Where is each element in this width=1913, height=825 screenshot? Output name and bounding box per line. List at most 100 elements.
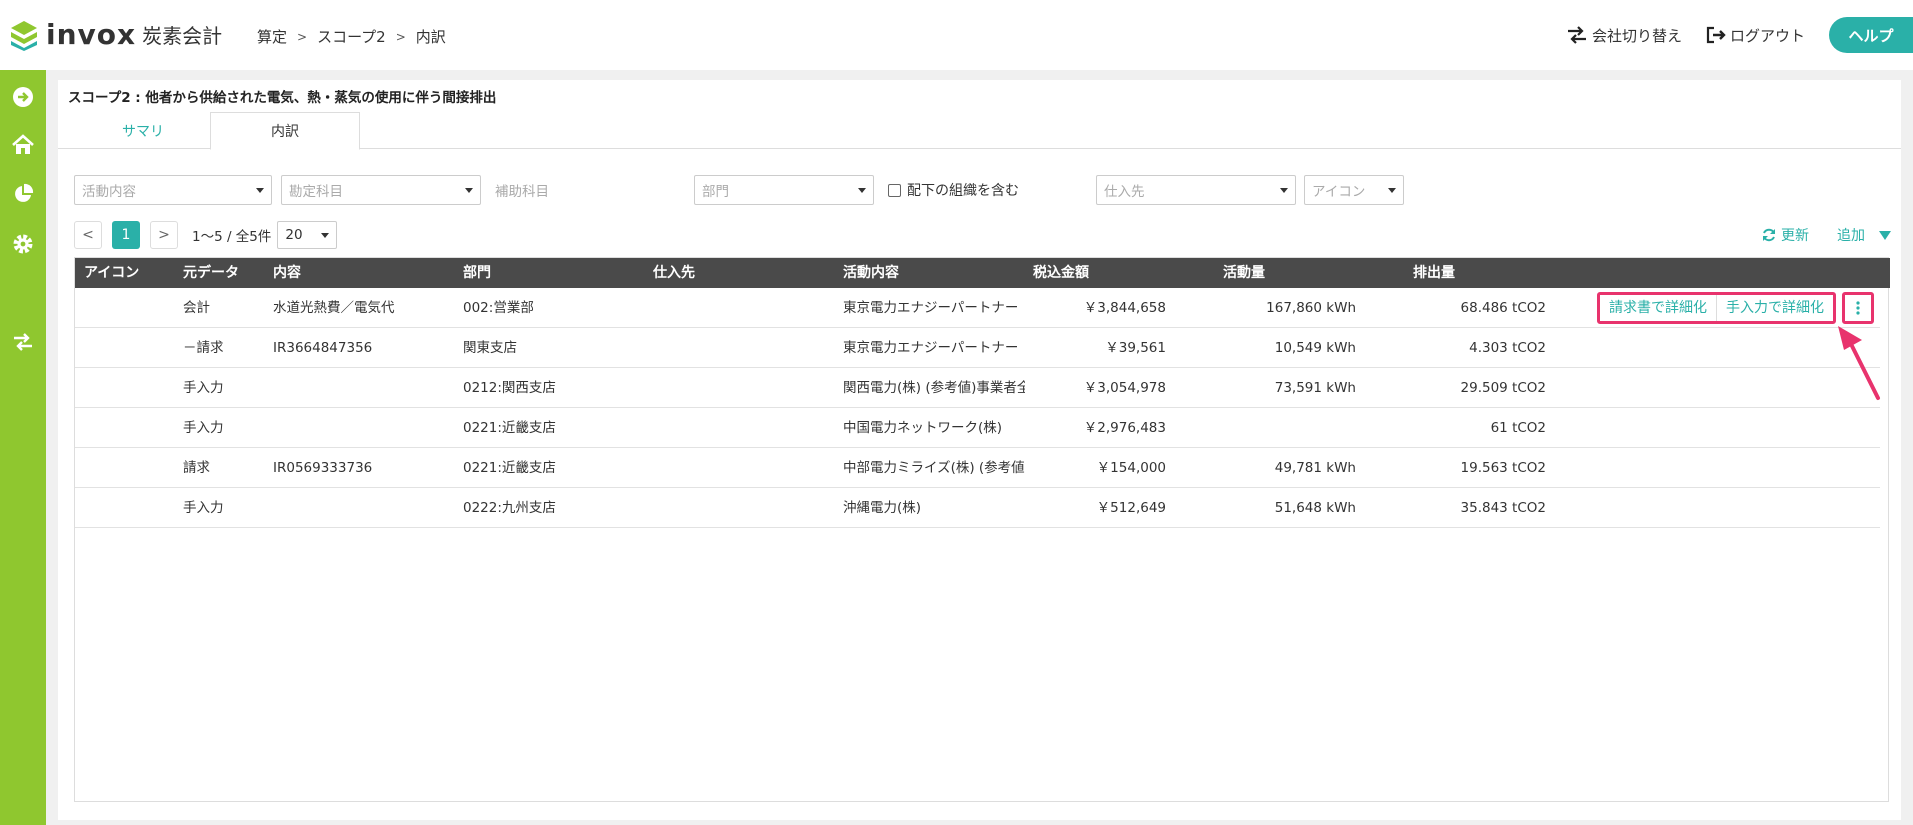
refresh-icon [1763,228,1775,242]
col-content[interactable]: 内容 [273,258,301,288]
cell-activity: 東京電力エナジーパートナー [843,300,1019,316]
col-emission[interactable]: 排出量 [1413,258,1455,288]
caret-down-icon [321,233,330,238]
col-department[interactable]: 部門 [463,258,491,288]
table-row[interactable]: 請求 IR0569333736 0221:近畿支店 中部電力ミライズ(株) (参… [75,448,1880,488]
cell-content: IR3664847356 [273,340,373,356]
app-logo[interactable]: invox 炭素会計 [10,18,222,51]
refresh-button[interactable]: 更新 [1761,225,1809,245]
caret-down-icon [858,188,866,193]
table-row[interactable]: －請求 IR3664847356 関東支店 東京電力エナジーパートナー ￥39,… [75,328,1880,368]
tab-breakdown[interactable]: 内訳 [210,112,360,150]
refresh-label: 更新 [1781,228,1809,244]
cell-amount: ￥2,976,483 [1083,420,1166,436]
supplier-select-placeholder: 仕入先 [1104,184,1145,200]
table-header: アイコン 元データ 内容 部門 仕入先 活動内容 税込金額 活動量 排出量 [75,258,1890,288]
cell-department: 0222:九州支店 [463,500,556,516]
app-header: invox 炭素会計 算定 > スコープ2 > 内訳 会社切り替え ログアウト … [0,0,1913,70]
logo-subtitle: 炭素会計 [142,24,223,48]
cell-emission: 4.303 tCO2 [1469,340,1546,356]
caret-down-icon [465,188,473,193]
cell-content [273,408,458,448]
cell-content [273,488,458,528]
switch-company-button[interactable]: 会社切り替え [1566,25,1682,46]
sidebar [0,70,46,825]
col-quantity[interactable]: 活動量 [1223,258,1265,288]
cell-activity: 東京電力エナジーパートナー [843,340,1019,356]
cell-department: 0221:近畿支店 [463,460,556,476]
switch-arrows-icon [1567,26,1586,44]
annotation-arrow-icon [1838,326,1880,400]
checkbox-box[interactable] [888,183,901,197]
cell-department: 002:営業部 [463,300,534,316]
chevron-right-icon: > [395,29,406,44]
cell-activity: 中国電力ネットワーク(株) [843,420,1003,436]
logout-button[interactable]: ログアウト [1706,25,1805,46]
breadcrumb-item-calc[interactable]: 算定 [257,26,287,47]
logout-icon [1706,26,1726,44]
col-icon[interactable]: アイコン [84,258,139,288]
supplier-select[interactable]: 仕入先 [1096,175,1296,205]
pie-chart-icon[interactable] [11,182,35,206]
cell-department: 関東支店 [463,340,517,356]
detail-by-manual-button[interactable]: 手入力で詳細化 [1716,295,1833,321]
col-source[interactable]: 元データ [183,258,239,288]
switch-arrows-icon[interactable] [11,330,35,354]
switch-company-label: 会社切り替え [1591,26,1682,45]
cell-source: 手入力 [183,500,224,516]
cell-activity: 中部電力ミライズ(株) (参考値 [843,460,1025,476]
kebab-menu-icon [1856,301,1860,315]
page-size-select[interactable]: 20 [277,221,338,249]
help-button[interactable]: ヘルプ [1829,17,1913,53]
current-page[interactable]: 1 [112,221,140,249]
icon-select-placeholder: アイコン [1312,184,1366,200]
page-size-value: 20 [285,227,303,243]
pagination: < 1 > 1〜5 / 全5件 20 [74,221,338,249]
breadcrumb-item-breakdown: 内訳 [415,28,446,46]
col-activity[interactable]: 活動内容 [843,258,899,288]
add-button[interactable]: 追加 [1837,225,1891,245]
cell-quantity: 10,549 kWh [1274,340,1356,356]
table-row[interactable]: 手入力 0222:九州支店 沖縄電力(株) ￥512,649 51,648 kW… [75,488,1880,528]
cell-quantity [1223,408,1356,448]
caret-down-icon [256,188,264,193]
cell-amount: ￥39,561 [1105,340,1166,356]
tab-summary[interactable]: サマリ [93,112,193,150]
table-row[interactable]: 会計 水道光熱費／電気代 002:営業部 東京電力エナジーパートナー ￥3,84… [75,288,1880,328]
activity-select[interactable]: 活動内容 [74,175,272,205]
pagination-info: 1〜5 / 全5件 [192,229,272,245]
breakdown-table: アイコン 元データ 内容 部門 仕入先 活動内容 税込金額 活動量 排出量 会計… [74,257,1890,802]
more-menu-button[interactable] [1842,292,1874,324]
table-row[interactable]: 手入力 0221:近畿支店 中国電力ネットワーク(株) ￥2,976,483 6… [75,408,1880,448]
caret-down-icon [1280,188,1288,193]
col-amount[interactable]: 税込金額 [1033,258,1089,288]
table-row[interactable]: 手入力 0212:関西支店 関西電力(株) (参考値)事業者全 ￥3,054,9… [75,368,1880,408]
cell-source: 会計 [183,300,210,316]
home-icon[interactable] [11,133,35,157]
main-panel: スコープ2 : 他者から供給された電気、熱・蒸気の使用に伴う間接排出 サマリ 内… [58,80,1901,820]
col-supplier[interactable]: 仕入先 [653,258,695,288]
gear-icon[interactable] [11,232,35,256]
cell-amount: ￥512,649 [1096,500,1166,516]
breadcrumb-item-scope2[interactable]: スコープ2 [317,26,386,47]
logo-icon [10,19,38,51]
department-select[interactable]: 部門 [694,175,874,205]
next-page-button[interactable]: > [150,221,178,249]
prev-page-button[interactable]: < [74,221,102,249]
activity-select-placeholder: 活動内容 [82,184,136,200]
cell-activity: 関西電力(株) (参考値)事業者全 [843,380,1025,396]
cell-emission: 61 tCO2 [1490,420,1546,436]
account-select[interactable]: 勘定科目 [281,175,481,205]
arrow-right-circle-icon[interactable] [11,85,35,109]
cell-content [273,368,458,408]
cell-amount: ￥3,844,658 [1083,300,1166,316]
caret-down-icon [1388,188,1396,193]
include-children-checkbox[interactable]: 配下の組織を含む [888,175,1019,205]
cell-quantity: 51,648 kWh [1274,500,1356,516]
cell-source: 請求 [183,460,210,476]
detail-by-invoice-button[interactable]: 請求書で詳細化 [1600,295,1716,321]
cell-amount: ￥154,000 [1096,460,1166,476]
cell-quantity: 167,860 kWh [1266,300,1356,316]
cell-emission: 29.509 tCO2 [1460,380,1546,396]
icon-select[interactable]: アイコン [1304,175,1404,205]
